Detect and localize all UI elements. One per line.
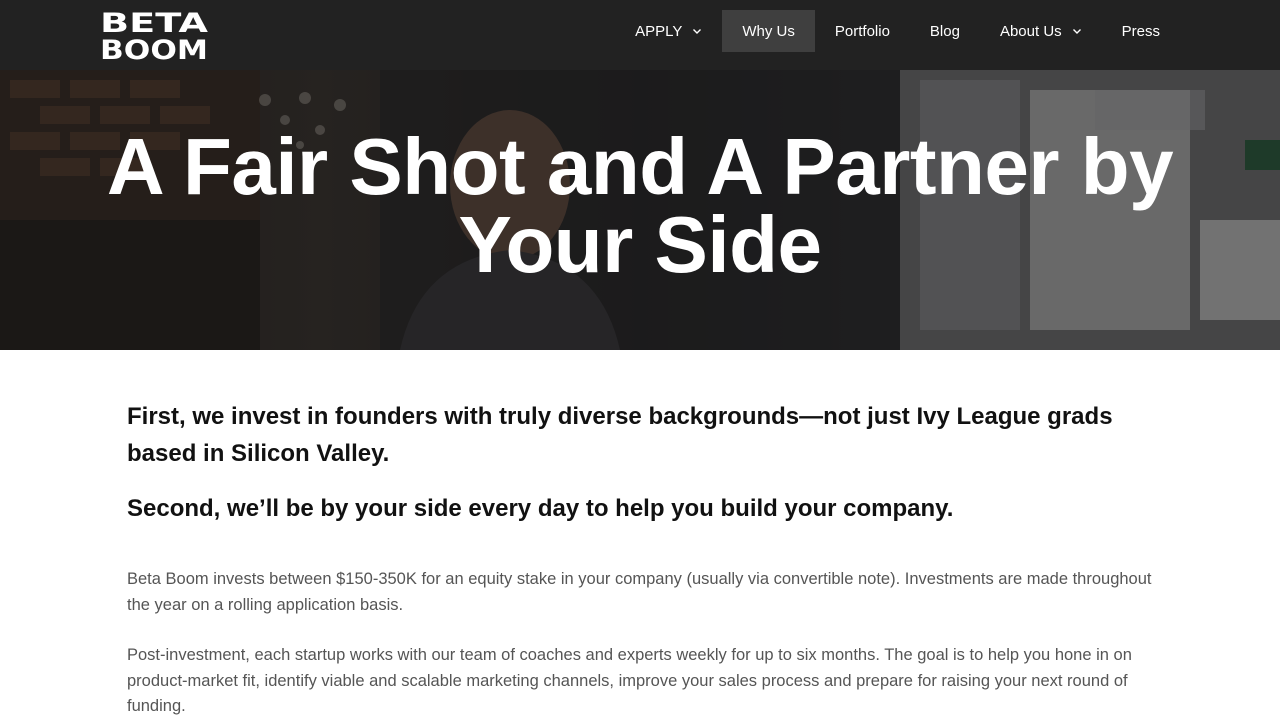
nav-item-portfolio[interactable]: Portfolio — [815, 10, 910, 52]
beta-boom-logo[interactable]: BETA BOOM — [100, 9, 208, 61]
hero-banner: A Fair Shot and A Partner by Your Side — [0, 70, 1280, 350]
nav-item-press[interactable]: Press — [1102, 10, 1180, 52]
main-content: First, we invest in founders with truly … — [127, 398, 1157, 720]
nav-item-label: Press — [1121, 22, 1160, 40]
nav-item-label: Portfolio — [834, 22, 890, 40]
lead-statement-1: First, we invest in founders with truly … — [127, 403, 1113, 467]
nav-item-label: Why Us — [742, 22, 795, 40]
nav-item-about-us[interactable]: About Us — [980, 10, 1102, 52]
site-header: BETA BOOM APPLY Why Us Portfolio Blog Ab… — [0, 0, 1280, 70]
nav-item-label: About Us — [999, 22, 1062, 40]
post-investment-paragraph: Post-investment, each startup works with… — [127, 646, 1132, 715]
nav-item-blog[interactable]: Blog — [910, 10, 980, 52]
nav-item-why-us[interactable]: Why Us — [722, 10, 815, 52]
chevron-down-icon — [693, 29, 702, 34]
investment-paragraph: Beta Boom invests between $150-350K for … — [127, 570, 1152, 614]
main-nav: APPLY Why Us Portfolio Blog About Us Pre… — [615, 10, 1180, 52]
chevron-down-icon — [1072, 29, 1081, 34]
svg-text:BOOM: BOOM — [100, 35, 208, 61]
nav-item-label: Blog — [929, 22, 960, 40]
page-title: A Fair Shot and A Partner by Your Side — [106, 122, 1174, 289]
nav-item-apply[interactable]: APPLY — [615, 10, 722, 52]
nav-item-label: APPLY — [635, 22, 683, 40]
lead-statement-2: Second, we’ll be by your side every day … — [127, 495, 954, 522]
